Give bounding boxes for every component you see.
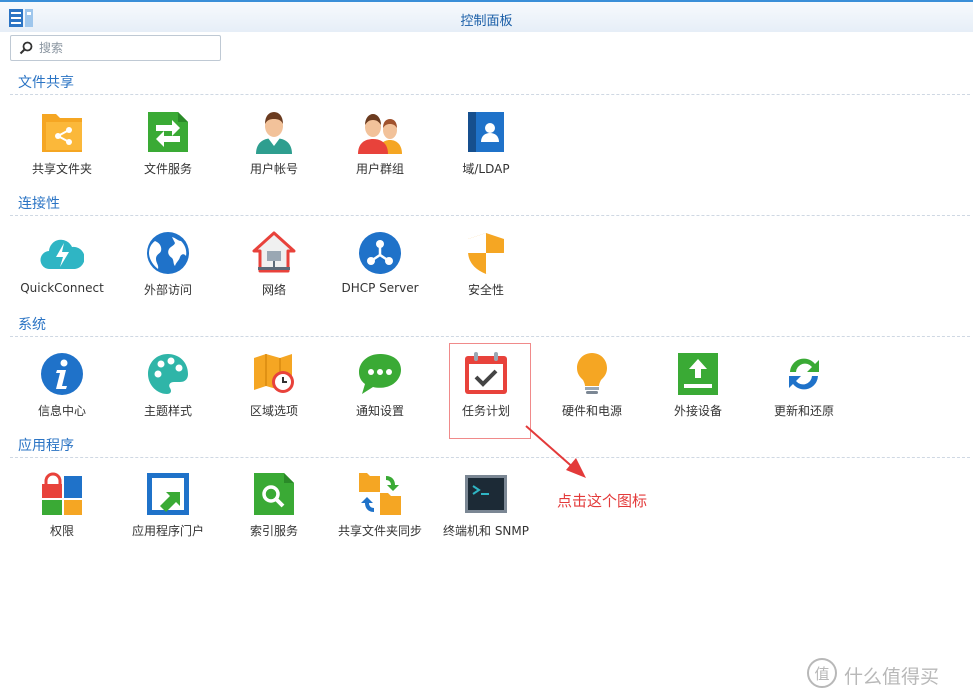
window-titlebar: 控制面板 (0, 0, 973, 32)
item-label: 权限 (49, 524, 74, 538)
item-label: 安全性 (467, 283, 504, 297)
item-label: 索引服务 (249, 524, 298, 538)
dhcp-icon (359, 232, 401, 274)
section-title-file-sharing: 文件共享 (18, 75, 74, 91)
item-label: 文件服务 (143, 162, 192, 176)
item-user-group[interactable]: 用户群组 (327, 110, 433, 190)
refresh-icon (789, 358, 819, 390)
item-label: 通知设置 (355, 404, 404, 418)
info-icon (41, 353, 83, 395)
section-divider (10, 336, 970, 337)
item-label: 用户帐号 (249, 162, 298, 176)
index-search-icon (254, 473, 294, 515)
item-indexing-service[interactable]: 索引服务 (221, 472, 327, 552)
section-divider (10, 215, 970, 216)
globe-icon (147, 232, 189, 274)
item-label: 外接设备 (673, 404, 722, 418)
item-label: 共享文件夹 (31, 162, 92, 176)
svg-text:值: 值 (814, 665, 829, 683)
domain-ldap-icon (468, 112, 504, 152)
annotation-highlight-box (449, 343, 531, 439)
file-services-icon (148, 112, 188, 152)
item-info-center[interactable]: 信息中心 (9, 352, 115, 432)
item-label: 终端机和 SNMP (443, 524, 529, 538)
item-label: 应用程序门户 (131, 524, 204, 538)
item-security[interactable]: 安全性 (433, 231, 539, 311)
item-terminal-snmp[interactable]: 终端机和 SNMP (433, 472, 539, 552)
annotation-arrow-icon (525, 425, 586, 478)
item-label: 硬件和电源 (561, 404, 622, 418)
portal-icon (147, 473, 189, 515)
terminal-icon (465, 475, 507, 513)
palette-icon (148, 354, 188, 394)
window-title: 控制面板 (460, 14, 513, 29)
section-title-system: 系统 (18, 317, 46, 333)
item-application-portal[interactable]: 应用程序门户 (115, 472, 221, 552)
item-user-account[interactable]: 用户帐号 (221, 110, 327, 190)
map-clock-icon (254, 354, 294, 393)
search-icon (19, 41, 33, 55)
user-icon (256, 112, 292, 154)
item-label: 共享文件夹同步 (337, 524, 422, 538)
section-title-applications: 应用程序 (18, 438, 74, 454)
item-external-devices[interactable]: 外接设备 (645, 352, 751, 432)
item-dhcp-server[interactable]: DHCP Server (327, 231, 433, 311)
section-divider (10, 457, 970, 458)
item-label: 用户群组 (355, 162, 404, 176)
item-quickconnect[interactable]: QuickConnect (9, 231, 115, 311)
watermark-logo-icon: 值 (807, 658, 837, 688)
lock-grid-icon (42, 472, 82, 515)
item-domain-ldap[interactable]: 域/LDAP (433, 110, 539, 190)
item-label: DHCP Server (341, 281, 419, 295)
item-update-restore[interactable]: 更新和还原 (751, 352, 857, 432)
quickconnect-icon (40, 239, 84, 270)
external-device-icon (678, 353, 718, 395)
item-shared-folder[interactable]: 共享文件夹 (9, 110, 115, 190)
watermark: 值 什么值得买 (806, 657, 966, 691)
item-shared-folder-sync[interactable]: 共享文件夹同步 (327, 472, 433, 552)
item-notification[interactable]: 通知设置 (327, 352, 433, 432)
network-house-icon (252, 231, 296, 273)
item-file-services[interactable]: 文件服务 (115, 110, 221, 190)
item-privileges[interactable]: 权限 (9, 472, 115, 552)
folder-sync-icon (359, 473, 401, 515)
item-label: 外部访问 (143, 283, 192, 297)
item-network[interactable]: 网络 (221, 231, 327, 311)
item-label: QuickConnect (20, 281, 104, 295)
item-theme[interactable]: 主题样式 (115, 352, 221, 432)
search-box[interactable] (10, 35, 221, 61)
item-label: 网络 (261, 283, 286, 297)
item-label: 域/LDAP (462, 162, 510, 176)
item-label: 信息中心 (37, 404, 86, 418)
item-label: 更新和还原 (773, 404, 834, 418)
section-divider (10, 94, 970, 95)
item-external-access[interactable]: 外部访问 (115, 231, 221, 311)
section-title-connectivity: 连接性 (18, 196, 60, 212)
item-label: 区域选项 (249, 404, 298, 418)
watermark-text: 什么值得买 (844, 666, 940, 688)
shared-folder-icon (42, 114, 82, 152)
item-regional-options[interactable]: 区域选项 (221, 352, 327, 432)
item-label: 主题样式 (143, 404, 192, 418)
search-input[interactable] (39, 39, 214, 57)
lightbulb-icon (577, 353, 607, 394)
shield-icon (468, 233, 504, 274)
annotation-callout-text: 点击这个图标 (557, 492, 648, 510)
group-icon (358, 114, 402, 154)
chat-bubble-icon (359, 354, 401, 394)
